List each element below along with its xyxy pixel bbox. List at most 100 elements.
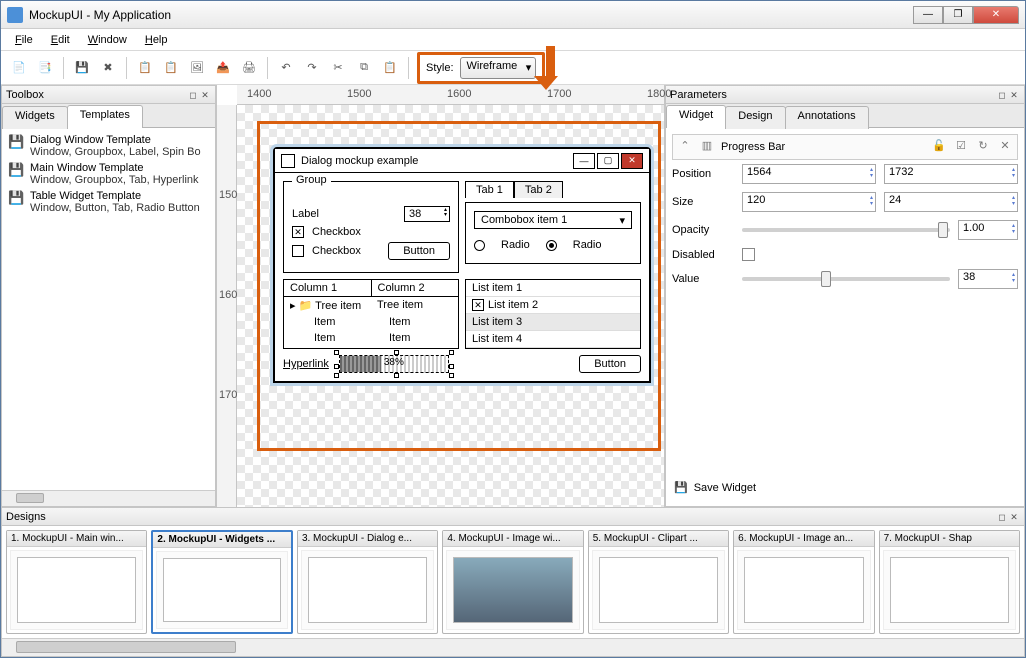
file-icon <box>281 154 295 168</box>
mock-groupbox[interactable]: Group Label38 ✕Checkbox CheckboxButton <box>283 181 459 273</box>
mock-checkbox-checked[interactable]: ✕ <box>292 226 304 238</box>
style-label: Style: <box>426 62 454 74</box>
dock-icon[interactable]: ◻ <box>996 89 1008 101</box>
design-card[interactable]: 4. MockupUI - Image wi... <box>442 530 583 634</box>
menu-help[interactable]: Help <box>137 32 176 48</box>
mock-checkbox[interactable] <box>292 245 304 257</box>
collapse-icon[interactable]: ⌃ <box>677 139 693 155</box>
tab-widgets[interactable]: Widgets <box>2 106 68 129</box>
app-icon <box>7 7 23 23</box>
mock-progressbar-selected[interactable]: 38% <box>339 355 449 373</box>
design-card[interactable]: 1. MockupUI - Main win... <box>6 530 147 634</box>
mockup-dialog[interactable]: Dialog mockup example — ▢ ✕ Group Label3… <box>273 147 651 383</box>
design-card[interactable]: 6. MockupUI - Image an... <box>733 530 874 634</box>
menu-window[interactable]: Window <box>80 32 135 48</box>
minimize-button[interactable]: — <box>913 6 943 24</box>
copy-icon[interactable]: ⧉ <box>352 56 376 80</box>
template-item[interactable]: 💾 Table Widget TemplateWindow, Button, T… <box>6 188 211 216</box>
mock-button[interactable]: Button <box>388 242 450 260</box>
reset-icon[interactable]: ↻ <box>975 139 991 155</box>
cut-icon[interactable]: ✂ <box>326 56 350 80</box>
design-canvas-area: 1400 1500 1600 1700 1800 1500 1600 1700 … <box>216 85 665 507</box>
mock-tab[interactable]: Tab 1 <box>465 181 514 198</box>
print-icon[interactable]: 🖨 <box>237 56 261 80</box>
opacity-slider[interactable] <box>742 228 950 232</box>
design-card[interactable]: 2. MockupUI - Widgets ... <box>151 530 293 634</box>
new-icon[interactable]: 📄 <box>7 56 31 80</box>
delete-icon[interactable]: ✖ <box>96 56 120 80</box>
designs-panel: Designs ◻ ✕ 1. MockupUI - Main win... 2.… <box>1 507 1025 657</box>
mock-minimize-icon[interactable]: — <box>573 153 595 169</box>
save-widget-link[interactable]: Save Widget <box>694 482 756 494</box>
opacity-input[interactable]: 1.00 <box>958 220 1018 240</box>
parameters-panel: Parameters ◻ ✕ Widget Design Annotations… <box>665 85 1025 507</box>
menu-edit[interactable]: Edit <box>43 32 78 48</box>
style-selector-group: Style: Wireframe <box>417 52 545 84</box>
dialog-title: Dialog mockup example <box>301 155 571 167</box>
toolbox-scrollbar[interactable] <box>2 490 215 506</box>
window-titlebar: MockupUI - My Application — ❐ ✕ <box>1 1 1025 29</box>
tab-templates[interactable]: Templates <box>67 105 143 128</box>
mock-combobox[interactable]: Combobox item 1 <box>474 211 632 229</box>
mock-listbox[interactable]: List item 1 ✕List item 2 List item 3 Lis… <box>465 279 641 349</box>
menu-bar: File Edit Window Help <box>1 29 1025 51</box>
tab-widget[interactable]: Widget <box>666 105 726 128</box>
image-icon[interactable]: 🖼 <box>185 56 209 80</box>
progress-icon: ▥ <box>699 139 715 155</box>
callout-arrow <box>539 46 558 90</box>
dock-icon[interactable]: ◻ <box>187 89 199 101</box>
save-template-icon: 💾 <box>8 162 24 178</box>
design-card[interactable]: 3. MockupUI - Dialog e... <box>297 530 438 634</box>
value-slider[interactable] <box>742 277 950 281</box>
redo-icon[interactable]: ↷ <box>300 56 324 80</box>
widget-name: Progress Bar <box>721 141 785 153</box>
undo-icon[interactable]: ↶ <box>274 56 298 80</box>
canvas[interactable]: Dialog mockup example — ▢ ✕ Group Label3… <box>237 105 664 507</box>
style-dropdown[interactable]: Wireframe <box>460 57 537 79</box>
parameters-title: Parameters <box>670 89 727 101</box>
designs-scrollbar[interactable] <box>2 638 1024 656</box>
mock-maximize-icon[interactable]: ▢ <box>597 153 619 169</box>
mock-table[interactable]: Column 1Column 2 ▸ 📁 Tree itemTree item … <box>283 279 459 349</box>
design-card[interactable]: 5. MockupUI - Clipart ... <box>588 530 729 634</box>
export-icon[interactable]: 📤 <box>211 56 235 80</box>
mock-close-icon[interactable]: ✕ <box>621 153 643 169</box>
delete-widget-icon[interactable]: ✕ <box>997 139 1013 155</box>
lock-icon[interactable]: 🔓 <box>931 139 947 155</box>
template-item[interactable]: 💾 Main Window TemplateWindow, Groupbox, … <box>6 160 211 188</box>
save-icon[interactable]: 💾 <box>70 56 94 80</box>
panel-close-icon[interactable]: ✕ <box>199 89 211 101</box>
window-title: MockupUI - My Application <box>29 8 913 22</box>
menu-file[interactable]: File <box>7 32 41 48</box>
position-x-input[interactable]: 1564 <box>742 164 876 184</box>
ruler-vertical: 1500 1600 1700 <box>217 105 237 507</box>
panel-close-icon[interactable]: ✕ <box>1008 511 1020 523</box>
toolbox-panel: Toolbox ◻ ✕ Widgets Templates 💾 Dialog W… <box>1 85 216 507</box>
dock-icon[interactable]: ◻ <box>996 511 1008 523</box>
close-button[interactable]: ✕ <box>973 6 1019 24</box>
dup-icon[interactable]: 📋 <box>159 56 183 80</box>
size-w-input[interactable]: 120 <box>742 192 876 212</box>
mock-button[interactable]: Button <box>579 355 641 373</box>
visible-icon[interactable]: ☑ <box>953 139 969 155</box>
designs-title: Designs <box>6 511 46 523</box>
template-item[interactable]: 💾 Dialog Window TemplateWindow, Groupbox… <box>6 132 211 160</box>
tab-annotations[interactable]: Annotations <box>785 106 869 129</box>
copy-page-icon[interactable]: 📋 <box>133 56 157 80</box>
mock-tab[interactable]: Tab 2 <box>514 181 563 198</box>
paste-icon[interactable]: 📋 <box>378 56 402 80</box>
position-y-input[interactable]: 1732 <box>884 164 1018 184</box>
mock-radio-selected[interactable] <box>546 240 557 251</box>
mock-spinbox[interactable]: 38 <box>404 206 450 222</box>
save-template-icon: 💾 <box>8 190 24 206</box>
disabled-checkbox[interactable] <box>742 248 755 261</box>
panel-close-icon[interactable]: ✕ <box>1008 89 1020 101</box>
mock-hyperlink[interactable]: Hyperlink <box>283 358 329 370</box>
mock-radio[interactable] <box>474 240 485 251</box>
open-icon[interactable]: 📑 <box>33 56 57 80</box>
value-input[interactable]: 38 <box>958 269 1018 289</box>
size-h-input[interactable]: 24 <box>884 192 1018 212</box>
maximize-button[interactable]: ❐ <box>943 6 973 24</box>
design-card[interactable]: 7. MockupUI - Shap <box>879 530 1020 634</box>
tab-design[interactable]: Design <box>725 106 785 129</box>
